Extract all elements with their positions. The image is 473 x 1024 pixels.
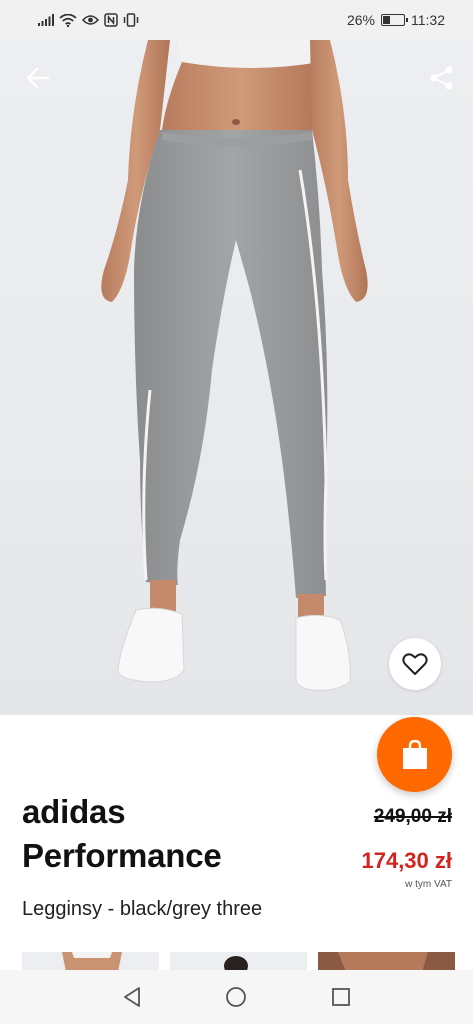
share-icon [430, 66, 453, 90]
battery-icon [381, 14, 408, 26]
thumbnail-2[interactable] [170, 952, 307, 972]
signal-icon [38, 14, 54, 26]
back-button[interactable] [20, 62, 56, 94]
shopping-bag-icon [402, 739, 427, 769]
brand-line-1: adidas [22, 793, 126, 830]
share-button[interactable] [424, 62, 460, 94]
product-brand: adidas Performance [22, 790, 322, 878]
thumbnail-strip [22, 952, 455, 972]
triangle-back-icon [124, 987, 141, 1007]
vat-note: w tym VAT [405, 879, 452, 890]
wifi-icon [59, 13, 77, 27]
circle-home-icon [226, 987, 247, 1007]
leggings-photo [101, 40, 368, 691]
nfc-icon [104, 13, 118, 27]
battery-percent: 26% [346, 12, 375, 28]
clock: 11:32 [411, 12, 445, 28]
brand-line-2: Performance [22, 837, 222, 874]
favorite-button[interactable] [389, 638, 441, 690]
thumbnail-1[interactable] [22, 952, 159, 972]
vibrate-icon [123, 13, 139, 27]
arrow-left-icon [26, 67, 50, 89]
nav-recents-button[interactable] [321, 977, 361, 1017]
eye-icon [82, 15, 99, 25]
product-subtitle: Legginsy - black/grey three [22, 898, 263, 920]
add-to-cart-button[interactable] [377, 717, 452, 792]
status-icons [38, 13, 139, 27]
status-bar: 26% 11:32 [0, 0, 473, 40]
product-image[interactable] [0, 40, 473, 715]
status-right: 26% 11:32 [347, 12, 445, 28]
product-screen: 26% 11:32 adidas Performance 249,00 zł 1… [0, 0, 473, 1024]
heart-outline-icon [402, 653, 428, 675]
thumbnail-3[interactable] [318, 952, 455, 972]
nav-home-button[interactable] [216, 977, 256, 1017]
navigation-bar [0, 970, 473, 1024]
nav-back-button[interactable] [112, 977, 152, 1017]
sale-price: 174,30 zł [361, 848, 452, 873]
old-price: 249,00 zł [373, 806, 452, 827]
square-recents-icon [331, 988, 350, 1006]
